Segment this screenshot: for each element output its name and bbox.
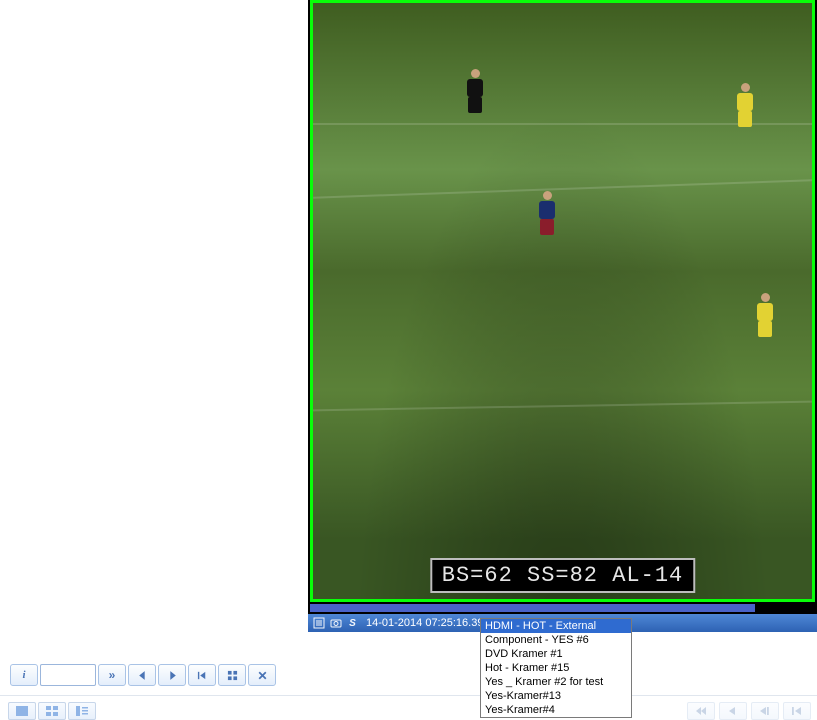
source-menu-item[interactable]: Yes-Kramer#13	[481, 689, 631, 703]
player-figure	[733, 83, 757, 129]
next-button[interactable]	[158, 664, 186, 686]
source-menu-item[interactable]: HDMI - HOT - External	[481, 619, 631, 633]
player-figure	[463, 69, 487, 115]
view-list-button[interactable]	[68, 702, 96, 720]
goto-start-button[interactable]	[783, 702, 811, 720]
progress-strip[interactable]	[310, 604, 813, 612]
source-dropdown-menu[interactable]: HDMI - HOT - External Component - YES #6…	[480, 618, 632, 718]
source-menu-item[interactable]: Hot - Kramer #15	[481, 661, 631, 675]
view-single-button[interactable]	[8, 702, 36, 720]
list-icon[interactable]	[312, 617, 325, 630]
grid-button[interactable]	[218, 664, 246, 686]
camera-icon[interactable]	[329, 617, 342, 630]
prev-button[interactable]	[128, 664, 156, 686]
first-button[interactable]	[188, 664, 216, 686]
status-timestamp: 14-01-2014 07:25:16.39	[366, 617, 483, 629]
rewind-button[interactable]	[687, 702, 715, 720]
view-grid-button[interactable]	[38, 702, 66, 720]
source-menu-item[interactable]: Yes _ Kramer #2 for test	[481, 675, 631, 689]
source-menu-item[interactable]: Yes-Kramer#4	[481, 703, 631, 717]
player-figure	[753, 293, 777, 339]
navigation-toolbar: i »	[10, 664, 276, 686]
video-field-background	[313, 3, 812, 599]
toolbar-separator	[0, 695, 817, 696]
pitch-line	[313, 179, 812, 198]
source-indicator-icon[interactable]: S	[346, 617, 359, 630]
video-panel: BS=62 SS=82 AL-14 S 14-01-2014 07:25:16.…	[308, 0, 817, 632]
playback-toolbar	[687, 702, 811, 720]
info-button[interactable]: i	[10, 664, 38, 686]
video-frame: BS=62 SS=82 AL-14	[310, 0, 815, 602]
pitch-line	[313, 401, 812, 412]
progress-gap	[755, 604, 813, 612]
source-menu-item[interactable]: Component - YES #6	[481, 633, 631, 647]
prev-frame-button[interactable]	[751, 702, 779, 720]
video-osd-overlay: BS=62 SS=82 AL-14	[430, 558, 695, 593]
go-button[interactable]: »	[98, 664, 126, 686]
step-back-button[interactable]	[719, 702, 747, 720]
goto-input[interactable]	[40, 664, 96, 686]
player-figure	[535, 191, 559, 237]
source-menu-item[interactable]: DVD Kramer #1	[481, 647, 631, 661]
close-button[interactable]	[248, 664, 276, 686]
view-mode-toolbar	[8, 702, 96, 720]
